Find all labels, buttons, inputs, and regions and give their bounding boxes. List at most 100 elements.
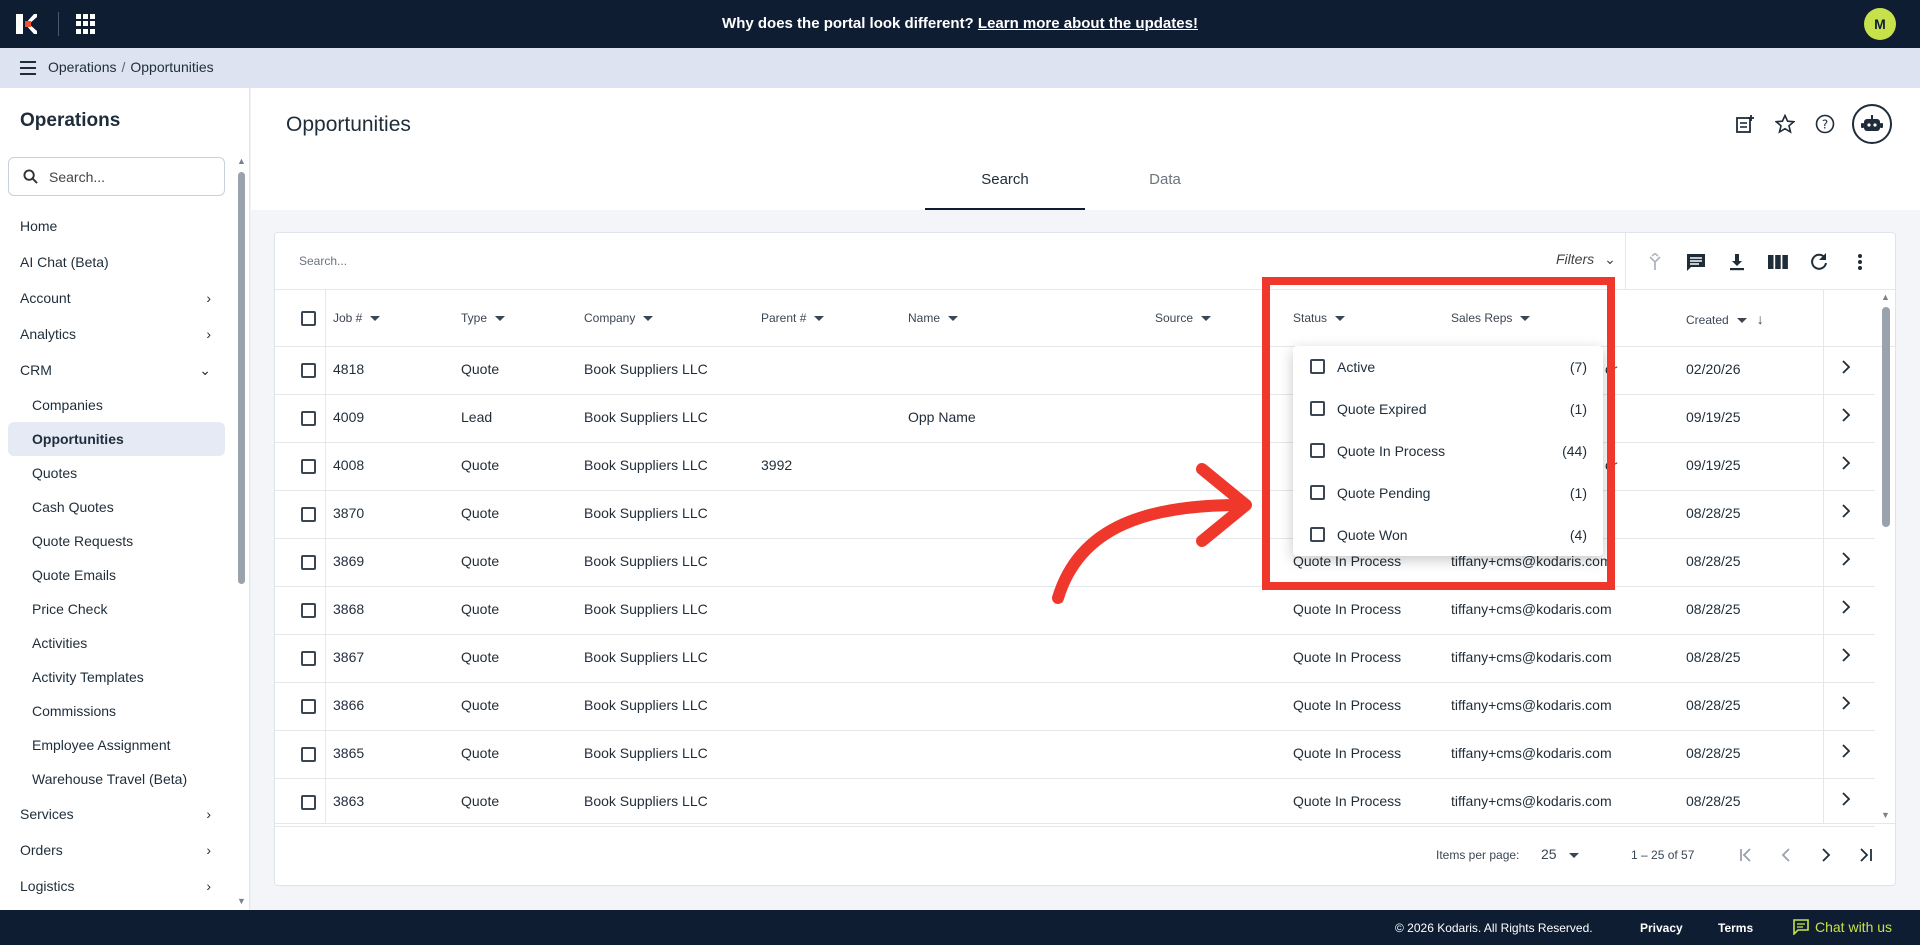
sidebar-item-analytics[interactable]: Analytics › [8,316,225,352]
column-label: Source [1155,311,1194,325]
table-row[interactable]: 3863 Quote Book Suppliers LLC Quote In Proc… [275,779,1875,827]
sidebar-item-label: Quote Requests [32,533,134,549]
download-icon[interactable] [1723,250,1750,274]
previous-page-icon[interactable] [1773,842,1799,868]
column-type[interactable]: Type [461,311,506,325]
table-row[interactable]: 3865 Quote Book Suppliers LLC Quote In Proc… [275,731,1875,779]
row-open-chevron-icon[interactable] [1839,792,1853,810]
row-checkbox[interactable] [301,795,316,810]
sidebar-item-quote-requests[interactable]: Quote Requests [8,524,225,558]
sidebar-item-price-check[interactable]: Price Check [8,592,225,626]
first-page-icon[interactable] [1733,842,1759,868]
page-size-select[interactable]: 25 [1541,846,1579,862]
filters-button[interactable]: Filters ⌄ [1556,251,1616,268]
sidebar-item-quotes[interactable]: Quotes [8,456,225,490]
column-source[interactable]: Source [1155,311,1212,325]
user-avatar[interactable]: M [1864,8,1896,40]
chevron-right-icon: › [206,290,211,306]
row-open-chevron-icon[interactable] [1839,552,1853,570]
star-icon[interactable] [1772,111,1798,137]
header-actions: ? [1732,104,1892,144]
row-open-chevron-icon[interactable] [1839,504,1853,522]
paginator: Items per page: 25 1 – 25 of 57 [275,823,1895,885]
cell-reps: tiffany+cms@kodaris.com [1451,745,1612,761]
update-banner: Why does the portal look different? Lear… [0,15,1920,32]
chevron-right-icon: › [206,878,211,894]
merge-icon[interactable] [1641,250,1668,274]
cell-reps: tiffany+cms@kodaris.com [1451,649,1612,665]
sidebar-item-logistics[interactable]: Logistics › [8,868,225,904]
row-checkbox[interactable] [301,411,316,426]
row-checkbox[interactable] [301,747,316,762]
refresh-icon[interactable] [1805,250,1832,274]
sidebar-item-activities[interactable]: Activities [8,626,225,660]
sidebar-item-opportunities[interactable]: Opportunities [8,422,225,456]
row-open-chevron-icon[interactable] [1839,600,1853,618]
row-checkbox[interactable] [301,555,316,570]
next-page-icon[interactable] [1813,842,1839,868]
columns-icon[interactable] [1764,250,1791,274]
chevron-down-icon: ⌄ [199,362,211,378]
ai-assistant-button[interactable] [1852,104,1892,144]
table-search-input[interactable]: Search... [299,254,347,268]
cell-created: 08/28/25 [1686,793,1741,809]
sidebar-item-employee-assignment[interactable]: Employee Assignment [8,728,225,762]
cell-job: 3868 [333,601,365,617]
column-job-number[interactable]: Job # [333,311,381,325]
column-parent-number[interactable]: Parent # [761,311,825,325]
row-checkbox[interactable] [301,459,316,474]
row-checkbox[interactable] [301,363,316,378]
sidebar-item-home[interactable]: Home [8,208,225,244]
cell-company: Book Suppliers LLC [584,505,708,521]
add-note-icon[interactable] [1732,111,1758,137]
sidebar-item-commissions[interactable]: Commissions [8,694,225,728]
row-open-chevron-icon[interactable] [1839,360,1853,378]
comment-icon[interactable] [1682,250,1709,274]
row-open-chevron-icon[interactable] [1839,696,1853,714]
select-all-checkbox[interactable] [301,311,316,326]
row-open-chevron-icon[interactable] [1839,648,1853,666]
sidebar-scrollbar[interactable]: ▲ ▼ [236,88,248,910]
column-label: Name [908,311,941,325]
table-row[interactable]: 4009 Lead Book Suppliers LLC Opp Name 09/19/… [275,395,1875,443]
sidebar-item-companies[interactable]: Companies [8,388,225,422]
row-checkbox[interactable] [301,603,316,618]
table-row[interactable]: 3866 Quote Book Suppliers LLC Quote In Proc… [275,683,1875,731]
table-row[interactable]: 3867 Quote Book Suppliers LLC Quote In Proc… [275,635,1875,683]
column-created[interactable]: Created ↓ [1686,311,1764,327]
breadcrumb-operations[interactable]: Operations [48,59,116,75]
sidebar-search-input[interactable]: Search... [8,157,225,196]
row-open-chevron-icon[interactable] [1839,408,1853,426]
sidebar-item-cash-quotes[interactable]: Cash Quotes [8,490,225,524]
privacy-link[interactable]: Privacy [1640,921,1683,935]
last-page-icon[interactable] [1853,842,1879,868]
sidebar-item-quote-emails[interactable]: Quote Emails [8,558,225,592]
cell-created: 08/28/25 [1686,697,1741,713]
chat-with-us-button[interactable]: Chat with us [1793,919,1892,935]
sidebar-item-warehouse-travel-beta[interactable]: Warehouse Travel (Beta) [8,762,225,796]
column-company[interactable]: Company [584,311,654,325]
menu-icon[interactable] [20,61,36,75]
sidebar-item-services[interactable]: Services › [8,796,225,832]
row-open-chevron-icon[interactable] [1839,744,1853,762]
sidebar-item-ai-chat-beta[interactable]: AI Chat (Beta) [8,244,225,280]
sidebar-item-activity-templates[interactable]: Activity Templates [8,660,225,694]
row-checkbox[interactable] [301,699,316,714]
help-icon[interactable]: ? [1812,111,1838,137]
row-checkbox[interactable] [301,651,316,666]
cell-job: 4009 [333,409,365,425]
tab-data[interactable]: Data [1085,166,1245,210]
sidebar-item-account[interactable]: Account › [8,280,225,316]
row-open-chevron-icon[interactable] [1839,456,1853,474]
table-scrollbar[interactable]: ▲ ▼ [1879,290,1893,823]
column-name[interactable]: Name [908,311,959,325]
more-vert-icon[interactable] [1846,250,1873,274]
table-row[interactable]: 4818 Quote Book Suppliers LLC 02/20/26 or [275,347,1875,395]
sidebar-item-orders[interactable]: Orders › [8,832,225,868]
top-bar: Why does the portal look different? Lear… [0,0,1920,48]
row-checkbox[interactable] [301,507,316,522]
banner-learn-more-link[interactable]: Learn more about the updates! [978,15,1198,32]
tab-search[interactable]: Search [925,166,1085,210]
sidebar-item-crm[interactable]: CRM ⌄ [8,352,225,388]
terms-link[interactable]: Terms [1718,921,1753,935]
